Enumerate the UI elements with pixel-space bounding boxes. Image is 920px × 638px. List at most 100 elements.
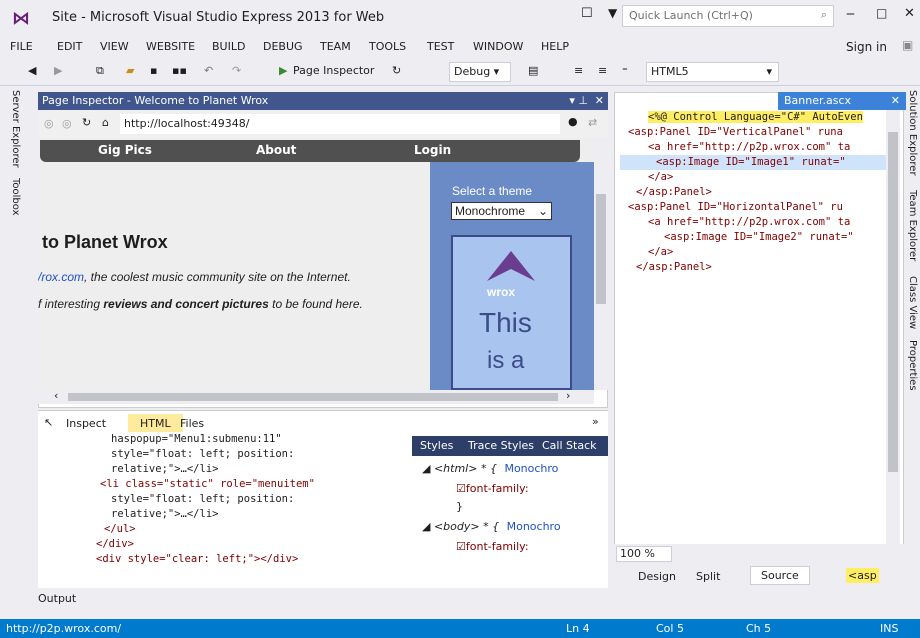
format-icon[interactable]: ⁼ [622, 64, 628, 77]
inspect-button[interactable]: Inspect [66, 417, 106, 430]
scroll-thumb[interactable] [596, 194, 606, 304]
expand-icon[interactable]: ◢ [422, 520, 434, 533]
inspect-icon[interactable]: ↖ [44, 416, 53, 429]
preview-scrollbar-horizontal[interactable]: ‹ › [38, 389, 594, 404]
menu-window[interactable]: WINDOW [473, 40, 523, 53]
url-input[interactable]: http://localhost:49348/ [120, 114, 560, 134]
editor-scrollbar-vertical[interactable] [886, 110, 900, 544]
sign-in-link[interactable]: Sign in [846, 40, 887, 54]
editor-code[interactable]: <%@ Control Language="C#" AutoEven <asp:… [620, 110, 888, 540]
menu-file[interactable]: FILE [10, 40, 33, 53]
forward-icon[interactable]: ◎ [62, 117, 72, 130]
close-button[interactable]: ✕ [904, 6, 915, 21]
undo-icon[interactable]: ↶ [204, 64, 213, 77]
refresh-icon[interactable]: ↻ [82, 116, 91, 129]
source-tab[interactable]: Source [750, 566, 810, 585]
rule1-source[interactable]: Monochro [504, 462, 558, 475]
code-line: <li class="static" role="menuitem" [100, 478, 315, 490]
style-prop-2[interactable]: ☑font-family: [456, 540, 529, 553]
menu-test[interactable]: TEST [427, 40, 454, 53]
open-icon[interactable]: ▰ [126, 64, 134, 77]
maximize-button[interactable]: □ [876, 6, 887, 20]
vs-logo-icon: ⋈ [12, 8, 30, 29]
design-tab[interactable]: Design [638, 570, 676, 583]
banner-preview[interactable]: wrox This is a [451, 235, 572, 390]
style-prop-1[interactable]: ☑font-family: [456, 482, 529, 495]
theme-select[interactable]: Monochrome ⌄ [451, 202, 552, 220]
quick-launch-input[interactable]: Quick Launch (Ctrl+Q) ⌕ [622, 5, 834, 27]
redo-icon[interactable]: ↷ [232, 64, 241, 77]
indent-icon[interactable]: ≡ [574, 64, 583, 77]
output-tab[interactable]: Output [38, 592, 76, 605]
properties-tab[interactable]: Properties [907, 340, 918, 391]
new-project-icon[interactable]: ⧉ [96, 64, 104, 78]
scroll-thumb[interactable] [68, 393, 558, 401]
refresh-icon[interactable]: ↻ [392, 64, 401, 77]
menu-team[interactable]: TEAM [320, 40, 351, 53]
toolbox-tab[interactable]: Toolbox [10, 178, 21, 216]
menu-website[interactable]: WEBSITE [146, 40, 195, 53]
go-icon[interactable]: ● [568, 115, 578, 128]
scroll-thumb[interactable] [888, 132, 898, 472]
sync-icon[interactable]: ⇄ [588, 116, 597, 129]
tab-styles[interactable]: Styles [420, 439, 453, 452]
site-intro-link[interactable]: /rox.com [38, 270, 84, 284]
menu-view[interactable]: VIEW [100, 40, 129, 53]
checkbox-icon[interactable]: ☑ [456, 482, 466, 495]
scroll-right-icon[interactable]: › [566, 389, 570, 402]
preview-scrollbar-vertical[interactable] [594, 138, 608, 390]
nav-about[interactable]: About [256, 143, 296, 157]
account-icon[interactable]: ▣ [902, 38, 913, 52]
config-dropdown[interactable]: Debug ▾ [449, 62, 511, 82]
nav-gig-pics[interactable]: Gig Pics [98, 143, 152, 157]
code-line: </asp:Panel> [636, 261, 712, 273]
menu-tools[interactable]: TOOLS [369, 40, 406, 53]
forward-icon[interactable]: ▶ [54, 64, 62, 77]
zoom-dropdown[interactable]: 100 % [616, 546, 672, 562]
menu-help[interactable]: HELP [541, 40, 569, 53]
status-line: Ln 4 [566, 622, 590, 635]
tab-trace-styles[interactable]: Trace Styles [468, 439, 534, 452]
breadcrumb-tag[interactable]: <asp [846, 568, 879, 583]
pin-icon[interactable]: ▾ ⊥ [569, 94, 588, 107]
scroll-left-icon[interactable]: ‹ [54, 389, 58, 402]
back-icon[interactable]: ◎ [44, 117, 54, 130]
save-icon[interactable]: ▪ [150, 64, 157, 77]
page-inspector-button[interactable]: Page Inspector [293, 64, 374, 77]
collapse-icon[interactable]: » [592, 415, 599, 428]
comment-icon[interactable]: ▤ [528, 64, 538, 77]
back-icon[interactable]: ◀ [28, 64, 36, 77]
save-all-icon[interactable]: ▪▪ [172, 64, 187, 77]
tab-html[interactable]: HTML [128, 414, 183, 433]
solution-explorer-tab[interactable]: Solution Explorer [907, 90, 918, 176]
home-icon[interactable]: ⌂ [102, 116, 109, 129]
menu-debug[interactable]: DEBUG [263, 40, 303, 53]
run-icon[interactable]: ▶ [279, 64, 287, 77]
team-explorer-tab[interactable]: Team Explorer [907, 190, 918, 261]
outdent-icon[interactable]: ≡ [598, 64, 607, 77]
split-tab[interactable]: Split [696, 570, 720, 583]
editor-tab-banner[interactable]: Banner.ascx ✕ [778, 92, 906, 110]
filter-icon[interactable]: ▼ [608, 6, 617, 20]
tab-files[interactable]: Files [180, 417, 204, 430]
code-line: style="float: left; position: [111, 493, 295, 505]
minimize-button[interactable]: ‒ [846, 6, 855, 22]
tab-call-stack[interactable]: Call Stack [542, 439, 596, 452]
search-icon: ⌕ [820, 8, 827, 21]
schema-dropdown[interactable]: HTML5 ▾ [646, 62, 779, 82]
class-view-tab[interactable]: Class View [907, 276, 918, 329]
menu-edit[interactable]: EDIT [57, 40, 82, 53]
feedback-icon[interactable]: ☐ [581, 6, 593, 21]
html-tree[interactable]: haspopup="Menu1:submenu:11" style="float… [38, 432, 410, 587]
rule2-source[interactable]: Monochro [507, 520, 561, 533]
checkbox-icon[interactable]: ☑ [456, 540, 466, 553]
server-explorer-tab[interactable]: Server Explorer [10, 90, 21, 168]
nav-login[interactable]: Login [414, 143, 451, 157]
styles-tabbar: Styles Trace Styles Call Stack [412, 436, 608, 456]
close-icon[interactable]: ✕ [891, 94, 900, 107]
close-icon[interactable]: ✕ [595, 94, 604, 107]
expand-icon[interactable]: ◢ [422, 462, 434, 475]
code-line: </div> [96, 538, 134, 550]
menu-build[interactable]: BUILD [212, 40, 245, 53]
code-line: relative;">…</li> [111, 508, 219, 520]
